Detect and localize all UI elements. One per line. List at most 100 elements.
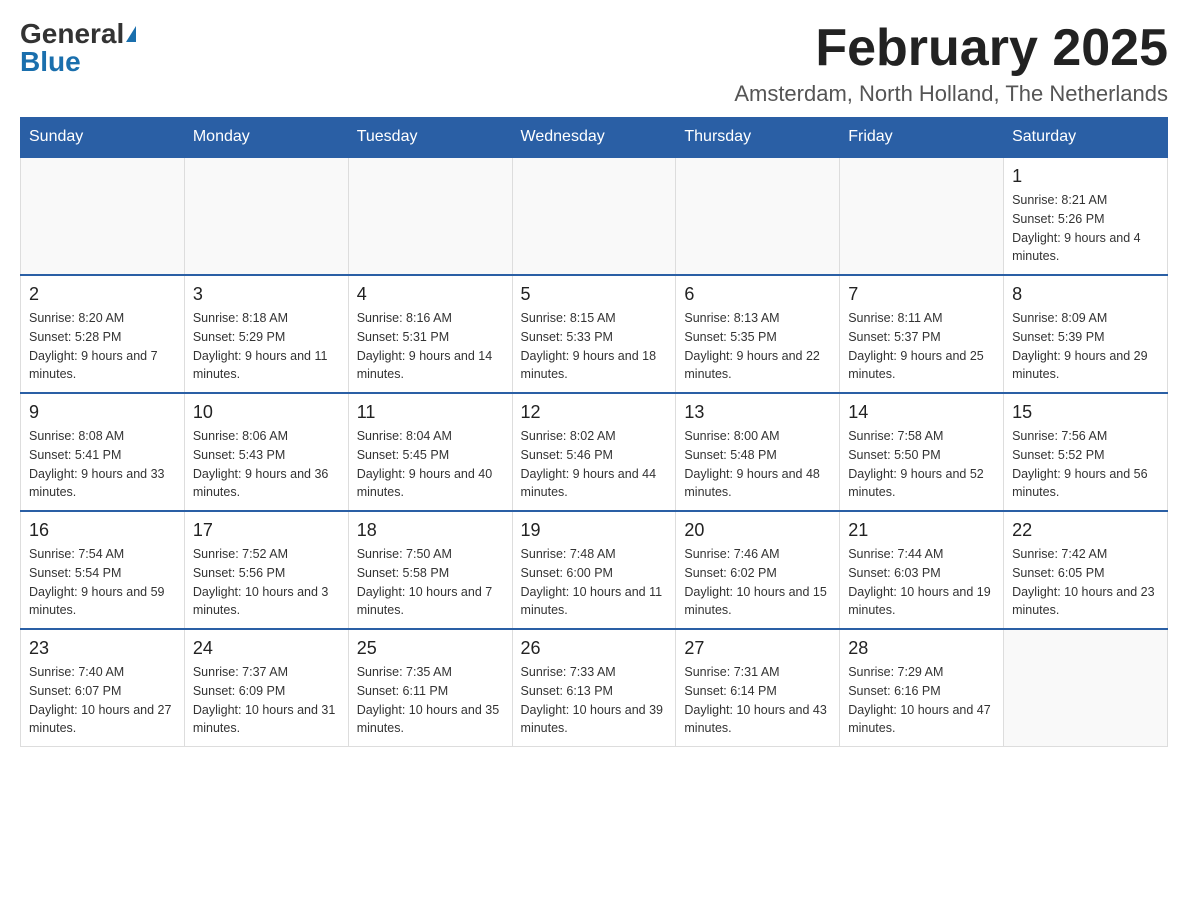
- day-info: Sunrise: 8:16 AMSunset: 5:31 PMDaylight:…: [357, 309, 504, 384]
- day-info: Sunrise: 7:40 AMSunset: 6:07 PMDaylight:…: [29, 663, 176, 738]
- calendar-cell: 5 Sunrise: 8:15 AMSunset: 5:33 PMDaylight…: [512, 275, 676, 393]
- day-number: 11: [357, 402, 504, 423]
- calendar-cell: [348, 157, 512, 275]
- day-number: 26: [521, 638, 668, 659]
- calendar-cell: 12 Sunrise: 8:02 AMSunset: 5:46 PMDayligh…: [512, 393, 676, 511]
- day-info: Sunrise: 7:29 AMSunset: 6:16 PMDaylight:…: [848, 663, 995, 738]
- calendar-cell: [676, 157, 840, 275]
- calendar-cell: 27 Sunrise: 7:31 AMSunset: 6:14 PMDayligh…: [676, 629, 840, 747]
- day-info: Sunrise: 8:09 AMSunset: 5:39 PMDaylight:…: [1012, 309, 1159, 384]
- calendar-cell: 15 Sunrise: 7:56 AMSunset: 5:52 PMDayligh…: [1004, 393, 1168, 511]
- calendar: SundayMondayTuesdayWednesdayThursdayFrid…: [20, 117, 1168, 747]
- day-number: 17: [193, 520, 340, 541]
- header-day-monday: Monday: [184, 118, 348, 158]
- day-info: Sunrise: 8:04 AMSunset: 5:45 PMDaylight:…: [357, 427, 504, 502]
- calendar-cell: 8 Sunrise: 8:09 AMSunset: 5:39 PMDaylight…: [1004, 275, 1168, 393]
- day-number: 28: [848, 638, 995, 659]
- calendar-body: 1Sunrise: 8:21 AMSunset: 5:26 PMDaylight…: [21, 157, 1168, 747]
- logo: General Blue: [20, 20, 136, 76]
- header-day-thursday: Thursday: [676, 118, 840, 158]
- day-number: 18: [357, 520, 504, 541]
- calendar-cell: 19 Sunrise: 7:48 AMSunset: 6:00 PMDayligh…: [512, 511, 676, 629]
- day-info: Sunrise: 7:33 AMSunset: 6:13 PMDaylight:…: [521, 663, 668, 738]
- day-number: 5: [521, 284, 668, 305]
- day-info: Sunrise: 8:08 AMSunset: 5:41 PMDaylight:…: [29, 427, 176, 502]
- calendar-cell: 25 Sunrise: 7:35 AMSunset: 6:11 PMDayligh…: [348, 629, 512, 747]
- day-info: Sunrise: 8:15 AMSunset: 5:33 PMDaylight:…: [521, 309, 668, 384]
- day-number: 19: [521, 520, 668, 541]
- calendar-cell: 21 Sunrise: 7:44 AMSunset: 6:03 PMDayligh…: [840, 511, 1004, 629]
- subtitle: Amsterdam, North Holland, The Netherland…: [734, 81, 1168, 107]
- day-info: Sunrise: 8:13 AMSunset: 5:35 PMDaylight:…: [684, 309, 831, 384]
- day-number: 3: [193, 284, 340, 305]
- day-info: Sunrise: 8:00 AMSunset: 5:48 PMDaylight:…: [684, 427, 831, 502]
- calendar-cell: [512, 157, 676, 275]
- calendar-cell: [1004, 629, 1168, 747]
- day-info: Sunrise: 7:54 AMSunset: 5:54 PMDaylight:…: [29, 545, 176, 620]
- day-info: Sunrise: 8:06 AMSunset: 5:43 PMDaylight:…: [193, 427, 340, 502]
- header-day-friday: Friday: [840, 118, 1004, 158]
- day-info: Sunrise: 7:58 AMSunset: 5:50 PMDaylight:…: [848, 427, 995, 502]
- calendar-header: SundayMondayTuesdayWednesdayThursdayFrid…: [21, 118, 1168, 158]
- calendar-cell: [184, 157, 348, 275]
- day-number: 15: [1012, 402, 1159, 423]
- day-number: 14: [848, 402, 995, 423]
- day-info: Sunrise: 7:52 AMSunset: 5:56 PMDaylight:…: [193, 545, 340, 620]
- day-number: 27: [684, 638, 831, 659]
- day-number: 22: [1012, 520, 1159, 541]
- day-number: 13: [684, 402, 831, 423]
- calendar-cell: 6 Sunrise: 8:13 AMSunset: 5:35 PMDaylight…: [676, 275, 840, 393]
- logo-blue-text: Blue: [20, 48, 81, 76]
- calendar-cell: [21, 157, 185, 275]
- day-info: Sunrise: 7:37 AMSunset: 6:09 PMDaylight:…: [193, 663, 340, 738]
- day-number: 12: [521, 402, 668, 423]
- day-number: 8: [1012, 284, 1159, 305]
- day-number: 16: [29, 520, 176, 541]
- calendar-week-2: 2 Sunrise: 8:20 AMSunset: 5:28 PMDaylight…: [21, 275, 1168, 393]
- calendar-cell: 13 Sunrise: 8:00 AMSunset: 5:48 PMDayligh…: [676, 393, 840, 511]
- day-number: 1: [1012, 166, 1159, 187]
- day-info: Sunrise: 7:48 AMSunset: 6:00 PMDaylight:…: [521, 545, 668, 620]
- day-info: Sunrise: 8:11 AMSunset: 5:37 PMDaylight:…: [848, 309, 995, 384]
- calendar-cell: 18 Sunrise: 7:50 AMSunset: 5:58 PMDayligh…: [348, 511, 512, 629]
- title-area: February 2025 Amsterdam, North Holland, …: [734, 20, 1168, 107]
- calendar-cell: 17 Sunrise: 7:52 AMSunset: 5:56 PMDayligh…: [184, 511, 348, 629]
- header-day-wednesday: Wednesday: [512, 118, 676, 158]
- header: General Blue February 2025 Amsterdam, No…: [20, 20, 1168, 107]
- day-info: Sunrise: 7:56 AMSunset: 5:52 PMDaylight:…: [1012, 427, 1159, 502]
- calendar-cell: 24 Sunrise: 7:37 AMSunset: 6:09 PMDayligh…: [184, 629, 348, 747]
- day-info: Sunrise: 7:35 AMSunset: 6:11 PMDaylight:…: [357, 663, 504, 738]
- day-number: 20: [684, 520, 831, 541]
- calendar-cell: 3 Sunrise: 8:18 AMSunset: 5:29 PMDaylight…: [184, 275, 348, 393]
- calendar-week-5: 23Sunrise: 7:40 AMSunset: 6:07 PMDayligh…: [21, 629, 1168, 747]
- calendar-cell: 16 Sunrise: 7:54 AMSunset: 5:54 PMDayligh…: [21, 511, 185, 629]
- day-info: Sunrise: 7:31 AMSunset: 6:14 PMDaylight:…: [684, 663, 831, 738]
- header-day-tuesday: Tuesday: [348, 118, 512, 158]
- day-number: 25: [357, 638, 504, 659]
- day-number: 24: [193, 638, 340, 659]
- calendar-cell: 2 Sunrise: 8:20 AMSunset: 5:28 PMDaylight…: [21, 275, 185, 393]
- day-number: 9: [29, 402, 176, 423]
- day-info: Sunrise: 7:44 AMSunset: 6:03 PMDaylight:…: [848, 545, 995, 620]
- day-info: Sunrise: 7:46 AMSunset: 6:02 PMDaylight:…: [684, 545, 831, 620]
- day-info: Sunrise: 8:20 AMSunset: 5:28 PMDaylight:…: [29, 309, 176, 384]
- day-number: 7: [848, 284, 995, 305]
- calendar-week-4: 16 Sunrise: 7:54 AMSunset: 5:54 PMDayligh…: [21, 511, 1168, 629]
- day-number: 21: [848, 520, 995, 541]
- day-info: Sunrise: 7:50 AMSunset: 5:58 PMDaylight:…: [357, 545, 504, 620]
- calendar-cell: 11 Sunrise: 8:04 AMSunset: 5:45 PMDayligh…: [348, 393, 512, 511]
- calendar-cell: [840, 157, 1004, 275]
- day-number: 4: [357, 284, 504, 305]
- day-info: Sunrise: 8:02 AMSunset: 5:46 PMDaylight:…: [521, 427, 668, 502]
- calendar-week-3: 9 Sunrise: 8:08 AMSunset: 5:41 PMDaylight…: [21, 393, 1168, 511]
- logo-triangle-icon: [126, 26, 136, 42]
- calendar-cell: 14 Sunrise: 7:58 AMSunset: 5:50 PMDayligh…: [840, 393, 1004, 511]
- calendar-cell: 28 Sunrise: 7:29 AMSunset: 6:16 PMDayligh…: [840, 629, 1004, 747]
- day-number: 6: [684, 284, 831, 305]
- day-info: Sunrise: 8:18 AMSunset: 5:29 PMDaylight:…: [193, 309, 340, 384]
- calendar-cell: 1Sunrise: 8:21 AMSunset: 5:26 PMDaylight…: [1004, 157, 1168, 275]
- header-day-sunday: Sunday: [21, 118, 185, 158]
- calendar-cell: 7 Sunrise: 8:11 AMSunset: 5:37 PMDaylight…: [840, 275, 1004, 393]
- calendar-cell: 9 Sunrise: 8:08 AMSunset: 5:41 PMDaylight…: [21, 393, 185, 511]
- day-number: 2: [29, 284, 176, 305]
